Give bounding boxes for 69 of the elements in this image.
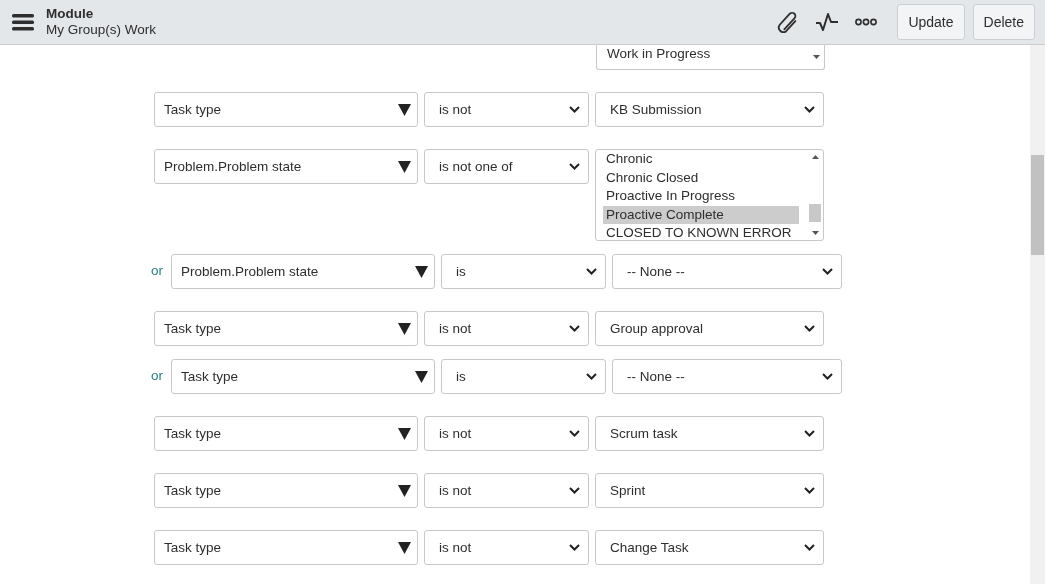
scrollbar[interactable] xyxy=(1030,45,1045,584)
value-dropdown[interactable]: Change Task xyxy=(595,530,824,565)
chevron-down-icon xyxy=(569,163,580,170)
more-icon[interactable] xyxy=(855,18,878,26)
dropdown-arrow-icon xyxy=(415,265,428,278)
chevron-down-icon xyxy=(822,373,833,380)
field-dropdown[interactable]: Task type xyxy=(154,473,418,508)
field-dropdown[interactable]: Task type xyxy=(154,92,418,127)
list-option[interactable]: CLOSED TO KNOWN ERROR xyxy=(603,224,799,240)
or-label: or xyxy=(151,367,164,385)
operator-dropdown[interactable]: is not xyxy=(424,416,589,451)
header-button[interactable]: Update xyxy=(897,4,965,40)
list-box[interactable]: Chronic Chronic Closed Proactive In Progress Proactive Complete CLOSED TO KNOWN ERROR xyxy=(595,149,824,241)
dropdown-arrow-icon xyxy=(415,370,428,383)
operator-dropdown[interactable]: is not xyxy=(424,530,589,565)
chevron-down-icon xyxy=(586,268,597,275)
chevron-down-icon xyxy=(804,325,815,332)
scroll-down-icon[interactable] xyxy=(811,231,819,235)
chevron-down-icon xyxy=(822,268,833,275)
field-dropdown[interactable]: Problem.Problem state xyxy=(171,254,435,289)
value-dropdown[interactable]: Group approval xyxy=(595,311,824,346)
dropdown-arrow-icon xyxy=(398,322,411,335)
chevron-down-icon xyxy=(569,430,580,437)
dropdown-arrow-icon xyxy=(398,103,411,116)
chevron-down-icon xyxy=(569,106,580,113)
scrollbar-thumb[interactable] xyxy=(809,203,821,222)
scroll-down-icon[interactable] xyxy=(812,55,820,59)
field-dropdown[interactable]: Problem.Problem state xyxy=(154,149,418,184)
value-dropdown[interactable]: -- None -- xyxy=(612,359,842,394)
field-dropdown[interactable]: Task type xyxy=(154,311,418,346)
scrollbar-thumb[interactable] xyxy=(1031,155,1044,255)
list-option[interactable]: Proactive Complete xyxy=(603,205,799,224)
dropdown-arrow-icon xyxy=(398,160,411,173)
list-option[interactable]: Chronic xyxy=(603,150,799,169)
field-dropdown[interactable]: Task type xyxy=(171,359,435,394)
operator-dropdown[interactable]: is not xyxy=(424,92,589,127)
chevron-down-icon xyxy=(569,544,580,551)
operator-dropdown[interactable]: is xyxy=(441,359,606,394)
menu-icon[interactable] xyxy=(12,13,34,31)
dropdown-arrow-icon xyxy=(398,427,411,440)
value-dropdown[interactable]: -- None -- xyxy=(612,254,842,289)
list-box[interactable]: Work in Progress xyxy=(596,45,825,70)
activity-icon[interactable] xyxy=(815,12,840,32)
operator-dropdown[interactable]: is not xyxy=(424,311,589,346)
operator-dropdown[interactable]: is not one of xyxy=(424,149,589,184)
list-option[interactable]: Proactive In Progress xyxy=(603,187,799,206)
value-dropdown[interactable]: Sprint xyxy=(595,473,824,508)
dropdown-arrow-icon xyxy=(398,484,411,497)
or-label: or xyxy=(151,262,164,280)
value-dropdown[interactable]: Scrum task xyxy=(595,416,824,451)
header-button[interactable]: Delete xyxy=(972,4,1035,40)
operator-dropdown[interactable]: is xyxy=(441,254,606,289)
chevron-down-icon xyxy=(569,487,580,494)
chevron-down-icon xyxy=(804,487,815,494)
list-option[interactable]: Chronic Closed xyxy=(603,168,799,187)
value-dropdown[interactable]: KB Submission xyxy=(595,92,824,127)
chevron-down-icon xyxy=(586,373,597,380)
field-dropdown[interactable]: Task type xyxy=(154,530,418,565)
chevron-down-icon xyxy=(569,325,580,332)
chevron-down-icon xyxy=(804,106,815,113)
field-dropdown[interactable]: Task type xyxy=(154,416,418,451)
chevron-down-icon xyxy=(804,544,815,551)
scroll-up-icon[interactable] xyxy=(811,155,819,159)
operator-dropdown[interactable]: is not xyxy=(424,473,589,508)
header-title: Module xyxy=(46,6,95,22)
dropdown-arrow-icon xyxy=(398,541,411,554)
chevron-down-icon xyxy=(804,430,815,437)
list-option[interactable]: Work in Progress xyxy=(604,45,800,64)
header-subtitle: My Group(s) Work xyxy=(46,22,156,38)
